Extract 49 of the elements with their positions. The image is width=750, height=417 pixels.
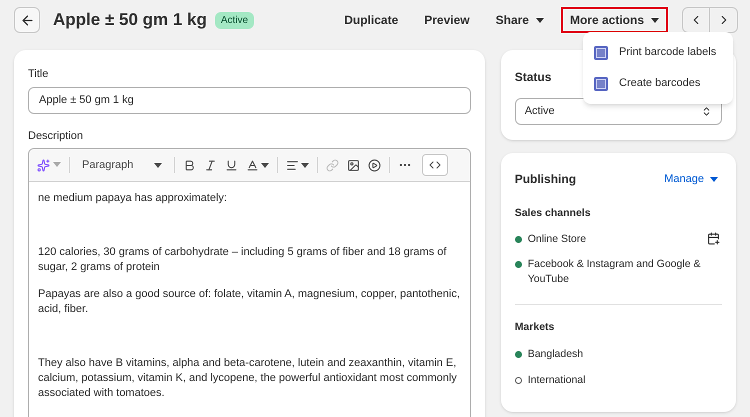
format-dropdown[interactable]: Paragraph <box>78 156 166 174</box>
caret-icon <box>536 18 544 22</box>
code-icon <box>429 159 441 171</box>
barcode-icon <box>593 76 609 92</box>
text-color-button[interactable] <box>246 158 269 172</box>
section-heading: Markets <box>514 320 556 335</box>
caret-icon <box>154 162 162 168</box>
image-icon[interactable] <box>347 158 360 172</box>
market-name: International <box>528 372 586 388</box>
page-title: Apple ± 50 gm 1 kg <box>53 9 207 32</box>
status-select[interactable]: Active <box>514 98 722 125</box>
paragraph: ne medium papaya has approximately: <box>38 191 228 206</box>
italic-icon[interactable] <box>204 158 217 172</box>
sparkles-icon <box>37 158 50 172</box>
field-label: Title <box>28 67 50 82</box>
caret-icon <box>710 176 718 182</box>
action-button[interactable]: Duplicate <box>335 7 408 33</box>
video-icon[interactable] <box>368 158 381 172</box>
up-down-icon <box>701 106 712 117</box>
menu-item[interactable]: Print barcode labels <box>583 37 733 68</box>
title-input[interactable]: Apple ± 50 gm 1 kg <box>28 86 471 114</box>
caret-icon <box>261 162 269 168</box>
paragraph: 120 calories, 30 grams of carbohydrate – including 5 grams of fiber and 18 grams of sugar, 2 grams of protein <box>38 245 448 275</box>
field-label: Description <box>28 128 84 144</box>
align-button[interactable] <box>286 158 309 172</box>
manage-button[interactable]: Manage <box>664 170 718 188</box>
code-button[interactable] <box>422 154 448 176</box>
channel-name: Facebook & Instagram and Google & YouTube <box>528 256 702 287</box>
paragraph: They also have B vitamins, alpha and beta-carotene, lutein and zeaxanthin, vitamin E, calcium, potassium, vitamin K, and lycopene, the powerful antioxidant most commonly associated with tomatoes. <box>38 356 458 401</box>
align-left-icon <box>286 158 299 172</box>
paragraph: Papayas are also a good source of: folate, vitamin A, magnesium, copper, pantothenic, acid, fiber. <box>38 287 461 317</box>
caret-icon <box>301 162 309 168</box>
barcode-icon <box>593 44 609 60</box>
action-button[interactable]: Preview <box>415 7 479 33</box>
bold-icon[interactable] <box>183 158 196 172</box>
calendar-plus-icon[interactable] <box>707 232 720 245</box>
text-color-icon <box>246 158 259 172</box>
menu-button[interactable]: Share <box>486 7 553 33</box>
section-heading: Sales channels <box>514 206 592 221</box>
status-badge: Active <box>214 12 254 28</box>
card-heading: Status <box>514 69 552 86</box>
card-heading: Publishing <box>514 171 576 188</box>
menu-item[interactable]: Create barcodes <box>583 68 733 99</box>
market-name: Bangladesh <box>528 346 584 362</box>
caret-icon <box>651 18 659 22</box>
channel-name: Online Store <box>528 232 588 247</box>
underline-icon[interactable] <box>225 158 238 172</box>
caret-icon <box>53 162 61 168</box>
back-button[interactable] <box>14 7 40 33</box>
